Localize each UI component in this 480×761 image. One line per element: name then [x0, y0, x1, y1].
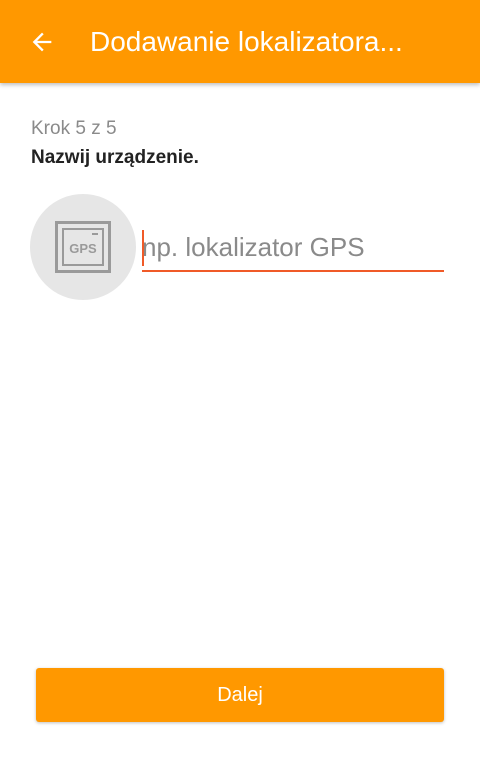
- next-button[interactable]: Dalej: [36, 668, 444, 722]
- arrow-left-icon: [32, 32, 52, 52]
- text-cursor: [142, 230, 144, 266]
- app-bar: Dodawanie lokalizatora...: [0, 0, 480, 83]
- device-name-field[interactable]: [142, 226, 444, 272]
- gps-icon-text: GPS: [69, 241, 97, 256]
- gps-device-icon: GPS: [55, 221, 111, 273]
- device-name-input[interactable]: [142, 226, 444, 268]
- page-title: Dodawanie lokalizatora...: [90, 26, 403, 57]
- instruction-text: Nazwij urządzenie.: [31, 147, 199, 168]
- device-avatar: GPS: [30, 194, 136, 300]
- step-indicator: Krok 5 z 5: [31, 118, 117, 139]
- back-button[interactable]: [22, 22, 62, 62]
